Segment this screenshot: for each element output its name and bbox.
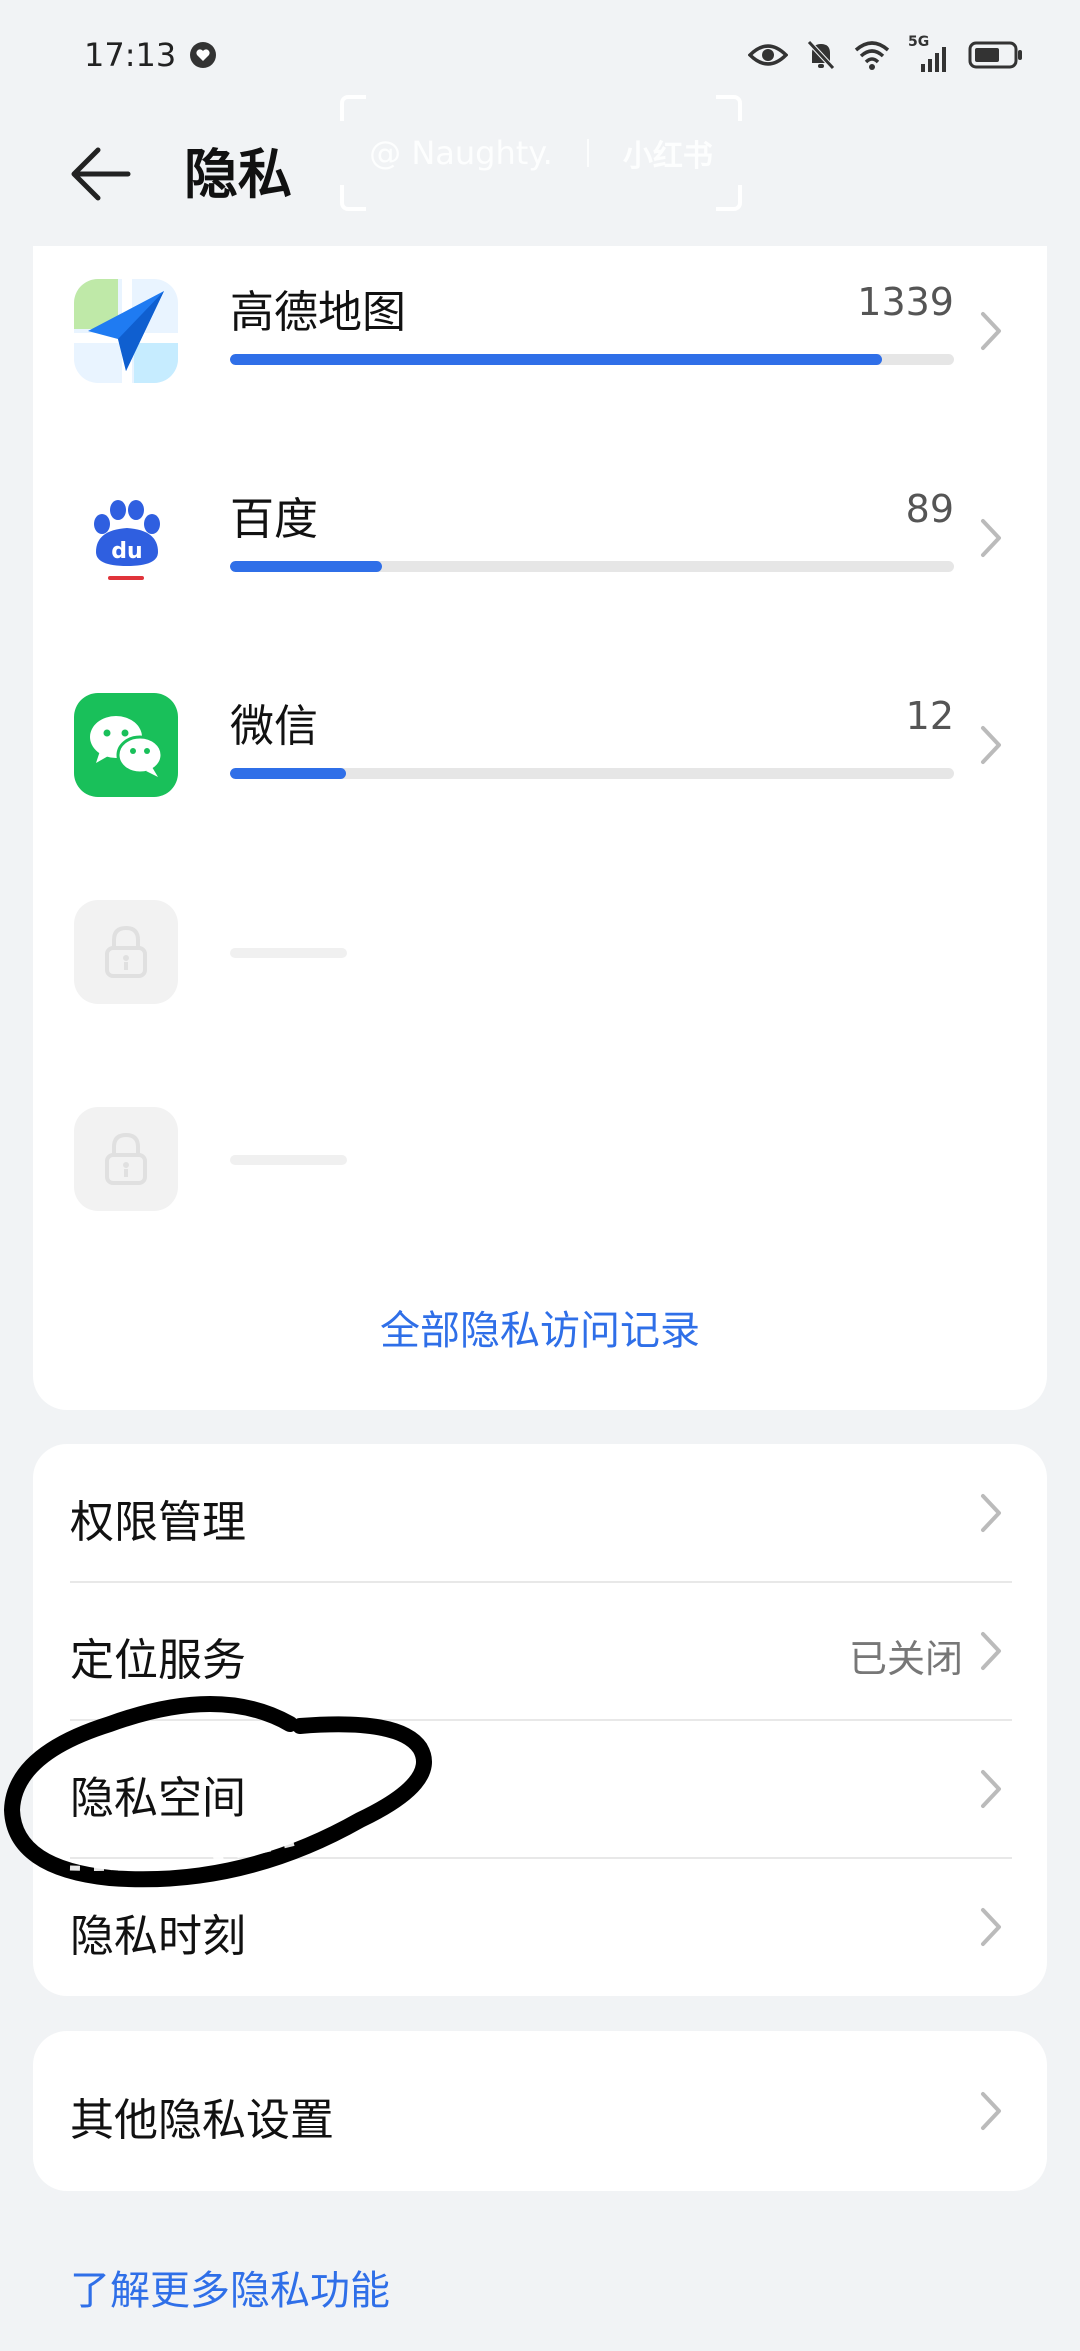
app-row-wechat[interactable]: 微信 12 <box>33 660 1047 867</box>
app-name: 百度 <box>230 494 318 545</box>
location-status-value: 已关闭 <box>848 1637 963 1681</box>
access-bar <box>230 768 954 779</box>
chevron-right-icon <box>981 1494 1001 1532</box>
eye-icon <box>748 44 788 66</box>
back-arrow-icon <box>71 147 131 201</box>
chevron-right-icon <box>981 1908 1001 1946</box>
watermark-corner <box>716 95 742 121</box>
placeholder-line <box>230 948 347 958</box>
permission-management-item[interactable]: 权限管理 <box>33 1444 1047 1582</box>
chevron-right-icon <box>981 2092 1001 2130</box>
chevron-right-icon <box>981 726 1001 764</box>
access-count: 12 <box>905 694 954 738</box>
status-right: 5G <box>748 34 1024 72</box>
watermark-corner <box>340 185 366 211</box>
app-row-placeholder <box>33 867 1047 1074</box>
watermark-corner <box>716 185 742 211</box>
status-left: 17:13 <box>84 36 218 74</box>
lock-placeholder-icon <box>74 900 178 1004</box>
access-count: 89 <box>905 487 954 531</box>
access-bar <box>230 561 954 572</box>
status-time: 17:13 <box>84 36 177 74</box>
other-privacy-settings-item[interactable]: 其他隐私设置 <box>33 2042 1047 2180</box>
privacy-settings-card: 权限管理 定位服务 已关闭 隐私空间 隐私时刻 <box>33 1444 1047 1996</box>
chevron-right-icon <box>981 1770 1001 1808</box>
list-label: 权限管理 <box>70 1497 246 1548</box>
wifi-icon <box>854 41 890 70</box>
access-count: 1339 <box>857 280 954 324</box>
baidu-icon: du <box>74 486 178 590</box>
app-row-placeholder <box>33 1074 1047 1281</box>
wechat-icon <box>74 693 178 797</box>
list-label: 隐私空间 <box>70 1773 246 1824</box>
lock-placeholder-icon <box>74 1107 178 1211</box>
heart-shield-icon <box>190 42 217 68</box>
signal-icon <box>921 47 946 72</box>
back-button[interactable] <box>60 134 140 214</box>
other-settings-card: 其他隐私设置 <box>33 2031 1047 2191</box>
all-privacy-records-link[interactable]: 全部隐私访问记录 <box>33 1298 1047 1356</box>
signal-group: 5G <box>908 34 950 72</box>
location-service-item[interactable]: 定位服务 已关闭 <box>33 1582 1047 1720</box>
list-label: 隐私时刻 <box>70 1911 246 1962</box>
chevron-right-icon <box>981 519 1001 557</box>
chevron-right-icon <box>981 312 1001 350</box>
watermark-user: @ Naughty. <box>369 134 553 172</box>
status-bar: 17:13 5G <box>0 0 1080 110</box>
app-row-amap[interactable]: 高德地图 1339 <box>33 246 1047 453</box>
access-bar <box>230 354 954 365</box>
page-title: 隐私 <box>184 143 292 206</box>
battery-icon <box>968 41 1022 69</box>
access-bar-fill <box>230 354 882 365</box>
watermark-brand: 小红书 <box>622 139 713 174</box>
watermark-separator <box>586 139 589 167</box>
watermark-corner <box>340 95 366 121</box>
list-label: 其他隐私设置 <box>70 2095 334 2146</box>
access-bar-fill <box>230 768 346 779</box>
access-bar-fill <box>230 561 383 572</box>
learn-more-link[interactable]: 了解更多隐私功能 <box>70 2258 390 2316</box>
app-name: 高德地图 <box>230 287 406 338</box>
private-space-item[interactable]: 隐私空间 <box>33 1720 1047 1858</box>
placeholder-line <box>230 1155 347 1165</box>
mute-bell-icon <box>807 40 835 70</box>
watermark: @ Naughty. 小红书 <box>340 95 742 211</box>
list-label: 定位服务 <box>70 1635 246 1686</box>
chevron-right-icon <box>981 1632 1001 1670</box>
app-name: 微信 <box>230 701 318 752</box>
privacy-moment-item[interactable]: 隐私时刻 <box>33 1858 1047 1996</box>
amap-icon <box>74 279 178 383</box>
app-row-baidu[interactable]: du 百度 89 <box>33 453 1047 660</box>
svg-text:du: du <box>111 539 142 564</box>
privacy-access-card: 高德地图 1339 du 百度 89 微信 12 全部隐私访问记录 <box>33 246 1047 1410</box>
